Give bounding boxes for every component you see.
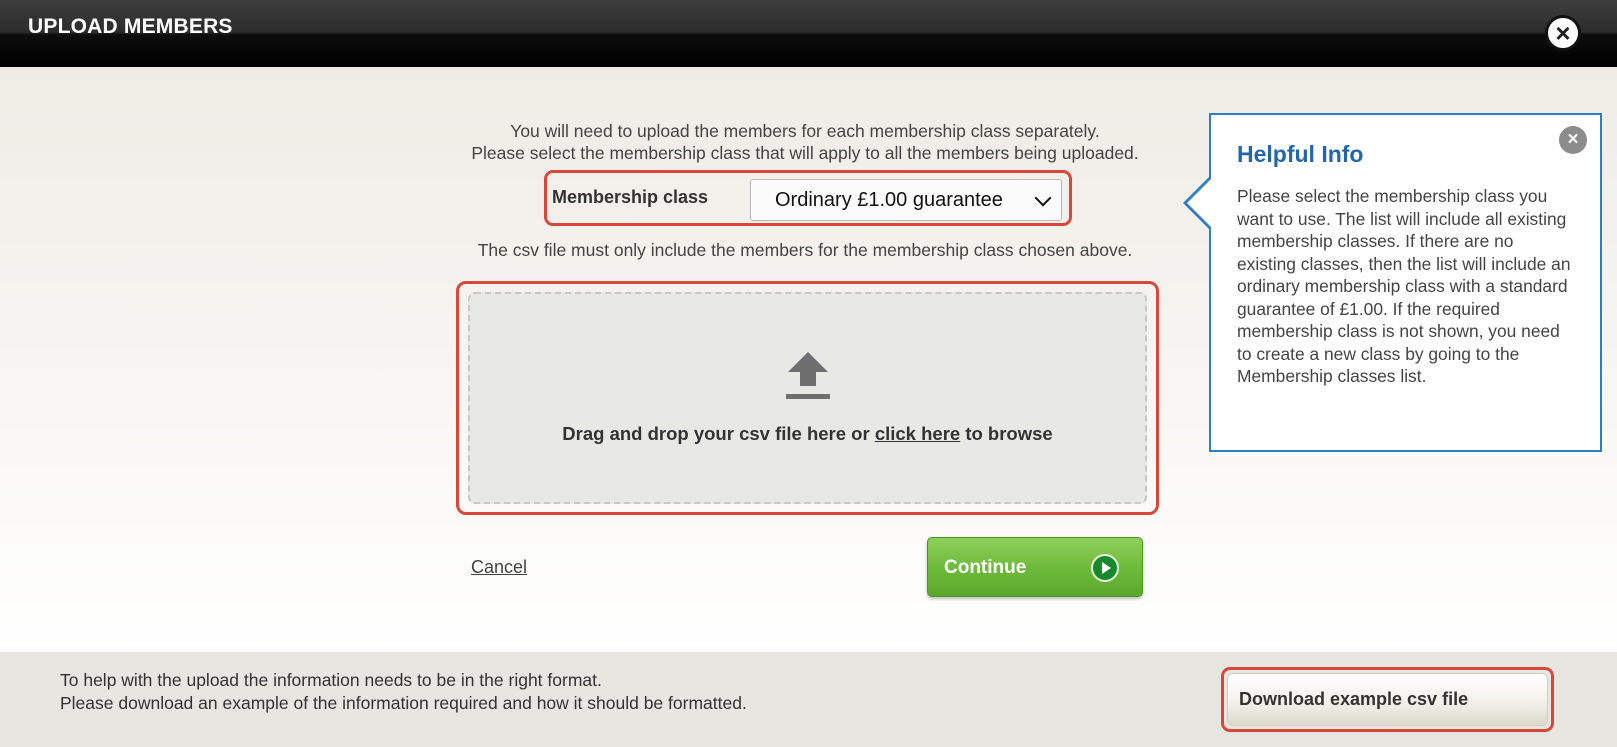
chevron-down-icon <box>1034 189 1052 207</box>
arrow-right-icon <box>1091 554 1119 582</box>
helpful-info-pointer-inner <box>1187 178 1212 228</box>
upload-icon <box>786 352 830 399</box>
intro-line-2: Please select the membership class that … <box>471 143 1139 163</box>
helpful-info-body: Please select the membership class you w… <box>1237 186 1571 386</box>
continue-button[interactable]: Continue <box>927 537 1143 597</box>
dropzone-text-before: Drag and drop your csv file here or <box>562 423 870 444</box>
cancel-link[interactable]: Cancel <box>471 557 527 578</box>
dropzone-text: Drag and drop your csv file here or clic… <box>468 423 1147 445</box>
footer-line-2: Please download an example of the inform… <box>60 692 747 713</box>
dialog-title: UPLOAD MEMBERS <box>28 15 233 38</box>
helpful-info-title: Helpful Info <box>1237 141 1364 167</box>
membership-class-select[interactable]: Ordinary £1.00 guarantee <box>750 179 1062 221</box>
helpful-info-close-icon[interactable]: × <box>1559 126 1587 154</box>
csv-note: The csv file must only include the membe… <box>477 240 1133 260</box>
footer-line-1: To help with the upload the information … <box>60 670 602 690</box>
download-example-button[interactable]: Download example csv file <box>1227 673 1548 726</box>
intro-text: You will need to upload the members for … <box>420 120 1190 164</box>
membership-class-value: Ordinary £1.00 guarantee <box>775 189 1003 211</box>
intro-line-1: You will need to upload the members for … <box>510 121 1100 141</box>
dropzone-text-after: to browse <box>965 423 1053 444</box>
dialog-titlebar: UPLOAD MEMBERS × <box>0 0 1617 67</box>
browse-link[interactable]: click here <box>875 423 960 444</box>
footer-text: To help with the upload the information … <box>60 669 747 714</box>
continue-label: Continue <box>944 557 1027 578</box>
dialog-close-icon[interactable]: × <box>1545 15 1581 51</box>
membership-class-label: Membership class <box>552 187 709 207</box>
download-example-label: Download example csv file <box>1239 689 1469 709</box>
